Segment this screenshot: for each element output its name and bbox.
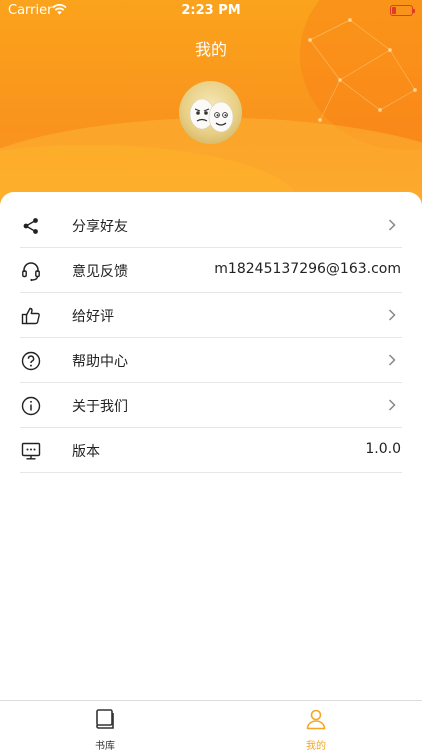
battery-icon <box>390 5 415 16</box>
share-icon <box>23 218 38 234</box>
menu-item-label: 帮助中心 <box>72 354 128 370</box>
menu-item-label: 分享好友 <box>72 219 128 235</box>
avatar[interactable] <box>179 81 242 144</box>
menu-item-help[interactable]: 帮助中心 <box>20 338 402 383</box>
version-value: 1.0.0 <box>365 441 401 457</box>
headset-icon <box>22 262 40 282</box>
status-bar: Carrier 2:23 PM <box>0 0 422 22</box>
tab-bar: 书库 我的 <box>0 700 422 750</box>
book-icon <box>96 709 114 729</box>
info-circle-icon <box>21 396 41 416</box>
question-circle-icon <box>21 351 41 371</box>
menu-item-version: 版本 1.0.0 <box>20 428 402 473</box>
monitor-icon <box>21 442 41 460</box>
menu-item-label: 意见反馈 <box>72 264 128 280</box>
chevron-right-icon <box>388 354 396 366</box>
user-icon <box>306 709 326 730</box>
tab-label: 书库 <box>95 741 115 750</box>
tab-label: 我的 <box>306 741 326 750</box>
status-time: 2:23 PM <box>181 3 241 18</box>
chevron-right-icon <box>388 219 396 231</box>
menu-item-rate[interactable]: 给好评 <box>20 293 402 338</box>
tab-library[interactable]: 书库 <box>55 701 155 750</box>
menu-item-label: 版本 <box>72 444 100 460</box>
menu-item-share[interactable]: 分享好友 <box>20 203 402 248</box>
chevron-right-icon <box>388 309 396 321</box>
tab-mine[interactable]: 我的 <box>266 701 366 750</box>
menu-item-label: 给好评 <box>72 309 114 325</box>
menu-card: 分享好友 意见反馈 m18245137296@163.com 给好评 帮助中心 … <box>0 192 422 700</box>
page-title: 我的 <box>194 40 227 59</box>
feedback-email: m18245137296@163.com <box>214 261 401 277</box>
thumbs-up-icon <box>21 307 40 325</box>
menu-item-label: 关于我们 <box>72 399 128 415</box>
eggs-avatar-image <box>189 98 234 133</box>
chevron-right-icon <box>388 399 396 411</box>
menu-item-feedback[interactable]: 意见反馈 m18245137296@163.com <box>20 248 402 293</box>
menu-item-about[interactable]: 关于我们 <box>20 383 402 428</box>
